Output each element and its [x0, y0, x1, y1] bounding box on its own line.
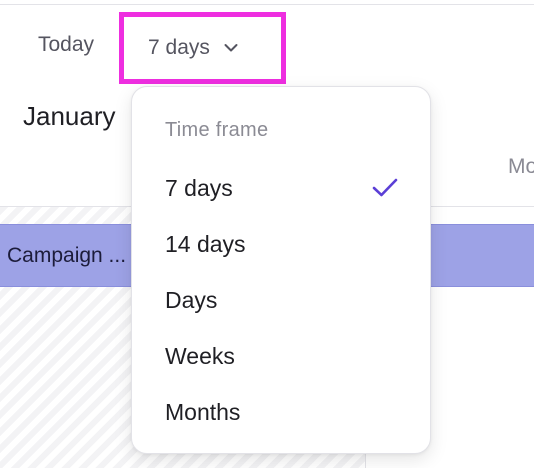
menu-item-label: 7 days	[165, 174, 233, 201]
time-frame-dropdown: Time frame 7 days 14 days Days Weeks Mon…	[131, 86, 431, 454]
today-button[interactable]: Today	[38, 33, 94, 57]
menu-item-7-days[interactable]: 7 days	[132, 162, 432, 214]
top-divider	[0, 4, 534, 5]
range-select-label: 7 days	[148, 36, 210, 59]
menu-item-14-days[interactable]: 14 days	[132, 218, 432, 270]
day-column-header: Mo	[508, 155, 534, 178]
dropdown-heading: Time frame	[165, 119, 269, 141]
menu-item-days[interactable]: Days	[132, 274, 432, 326]
month-title: January	[23, 101, 116, 131]
menu-item-label: 14 days	[165, 230, 246, 257]
menu-item-label: Weeks	[165, 342, 235, 369]
chevron-down-icon	[224, 44, 238, 52]
checkmark-icon	[372, 178, 398, 197]
range-select-button[interactable]: 7 days	[119, 12, 286, 84]
menu-item-label: Months	[165, 398, 241, 425]
campaign-event-label: Campaign ...	[7, 243, 127, 267]
menu-item-months[interactable]: Months	[132, 386, 432, 438]
menu-item-label: Days	[165, 286, 218, 313]
menu-item-weeks[interactable]: Weeks	[132, 330, 432, 382]
